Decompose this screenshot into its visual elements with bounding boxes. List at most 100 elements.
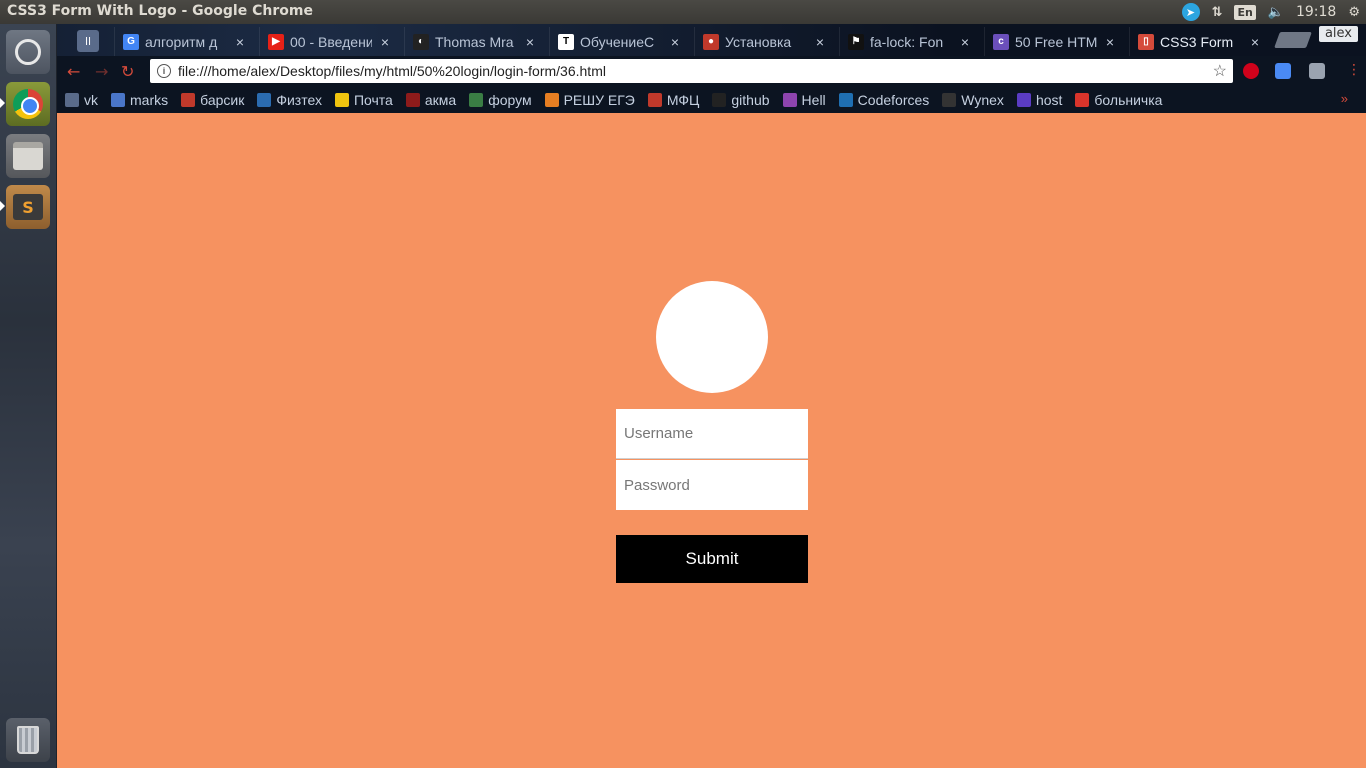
back-button[interactable]: ← (67, 62, 80, 81)
bookmark-item[interactable]: форум (469, 91, 532, 108)
bookmarks-bar: vk marks барсик Физтех Почта акма форум РЕШУ ЕГ… (57, 86, 1366, 113)
tab[interactable]: ▶ 00 - Введени × (259, 27, 399, 56)
bookmark-label: Почта (353, 91, 393, 108)
bookmark-item[interactable]: github (712, 91, 770, 108)
tab[interactable]: ⚑ fa-lock: Fon × (839, 27, 979, 56)
tab-close-icon[interactable]: × (1251, 34, 1259, 50)
bookmark-item[interactable]: барсик (181, 92, 244, 108)
bookmark-label: акма (424, 91, 457, 108)
tab-label: fa-lock: Fon (870, 33, 944, 50)
bookmark-item[interactable]: больничка (1075, 92, 1162, 108)
bookmark-label: форум (488, 91, 532, 108)
bookmark-item[interactable]: Почта (334, 91, 393, 108)
tab-label: 00 - Введени (290, 33, 372, 50)
profile-button[interactable]: alex (1318, 26, 1358, 42)
trash-icon[interactable] (6, 718, 50, 762)
bookmark-favicon-icon (334, 92, 349, 107)
bookmark-label: marks (130, 91, 169, 108)
tab[interactable]: T ОбучениеС × (549, 27, 689, 56)
bookmark-label: Физтех (276, 91, 322, 108)
password-input[interactable] (616, 460, 808, 510)
telegram-icon[interactable]: ➤ (1181, 0, 1200, 24)
bookmark-item[interactable]: акма (405, 91, 457, 108)
bookmark-item[interactable]: marks (111, 92, 168, 108)
tab-favicon-icon: ▯ (1138, 33, 1154, 50)
tab-label: CSS3 Form (1160, 33, 1234, 50)
tab[interactable]: ▯ CSS3 Form × (1129, 27, 1269, 56)
bookmark-label: РЕШУ ЕГЭ (563, 91, 635, 108)
tab-favicon-icon: ● (703, 33, 719, 50)
tab-close-icon[interactable]: × (1106, 34, 1114, 50)
submit-button[interactable]: Submit (616, 535, 808, 583)
tab-close-icon[interactable]: × (961, 34, 969, 50)
bookmark-favicon-icon (782, 92, 797, 107)
bookmark-favicon-icon (65, 92, 79, 107)
network-icon[interactable]: ⇅ (1212, 0, 1223, 24)
reload-button[interactable]: ↻ (121, 62, 134, 81)
tab-label: алгоритм д (145, 33, 218, 50)
tab[interactable]: ◐ Thomas Mra × (404, 27, 544, 56)
sublime-text-icon[interactable]: S (6, 185, 50, 229)
bookmark-label: Hell (801, 91, 826, 108)
site-info-icon[interactable]: i (157, 64, 171, 78)
google-translate-icon[interactable] (1275, 63, 1291, 79)
tab-label: ОбучениеС (580, 33, 655, 50)
adblock-plus-icon[interactable] (1243, 63, 1259, 79)
keyboard-layout-indicator[interactable]: En (1234, 0, 1256, 24)
bookmark-favicon-icon (257, 92, 272, 107)
bookmark-star-icon[interactable]: ☆ (1213, 61, 1227, 81)
logo-circle (656, 281, 768, 393)
tab-close-icon[interactable]: × (816, 34, 824, 50)
bookmark-favicon-icon (111, 92, 125, 107)
bookmarks-overflow-icon[interactable]: » (1341, 91, 1348, 106)
tab[interactable]: ● Установка × (694, 27, 834, 56)
bookmark-label: МФЦ (666, 91, 700, 108)
tab-close-icon[interactable]: × (671, 34, 679, 50)
launcher: S (0, 24, 57, 768)
tab-favicon-icon: G (123, 33, 139, 50)
bookmark-item[interactable]: Физтех (257, 92, 322, 108)
tab-label: Thomas Mra (435, 33, 514, 50)
bookmark-favicon-icon (544, 92, 559, 107)
settings-gear-icon[interactable]: ⚙ (1348, 0, 1360, 24)
tab-close-icon[interactable]: × (526, 34, 534, 50)
bookmark-item[interactable]: host (1016, 92, 1062, 108)
bookmark-item[interactable]: Codeforces (838, 92, 929, 108)
volume-icon[interactable]: 🔈 (1268, 0, 1284, 24)
chrome-icon[interactable] (6, 82, 50, 126)
bookmark-favicon-icon (405, 92, 420, 107)
top-panel: CSS3 Form With Logo - Google Chrome ➤ ⇅ … (0, 0, 1366, 24)
url-text[interactable]: file:///home/alex/Desktop/files/my/html/… (178, 63, 606, 79)
address-bar[interactable]: i file:///home/alex/Desktop/files/my/htm… (150, 59, 1233, 83)
new-tab-button[interactable] (1274, 32, 1312, 48)
tab[interactable]: Gалгоритм д × (114, 27, 254, 56)
dash-icon[interactable] (6, 30, 50, 74)
pinned-tab-vk[interactable]: ll (77, 30, 99, 52)
system-tray: ➤ ⇅ En 🔈 19:18 ⚙ (1170, 0, 1360, 24)
username-input[interactable] (616, 409, 808, 459)
bookmark-label: github (731, 91, 770, 108)
tab-close-icon[interactable]: × (381, 34, 389, 50)
bookmark-favicon-icon (1016, 92, 1031, 107)
extension-icon[interactable] (1309, 63, 1325, 79)
bookmark-item[interactable]: РЕШУ ЕГЭ (544, 91, 635, 108)
bookmark-item[interactable]: Hell (782, 91, 826, 108)
running-app-indicator (0, 201, 5, 211)
bookmark-item[interactable]: Wynex (942, 92, 1004, 108)
window-title: CSS3 Form With Logo - Google Chrome (7, 3, 313, 19)
bookmark-item[interactable]: vk (65, 92, 98, 108)
bookmark-item[interactable]: МФЦ (647, 91, 700, 108)
tab-close-icon[interactable]: × (236, 34, 244, 50)
tab-label: 50 Free HTM (1015, 33, 1097, 50)
bookmark-label: больничка (1094, 91, 1163, 108)
bookmark-favicon-icon (181, 92, 196, 107)
files-icon[interactable] (6, 134, 50, 178)
tab[interactable]: c 50 Free HTM × (984, 27, 1124, 56)
forward-button[interactable]: → (95, 62, 108, 81)
bookmark-favicon-icon (838, 92, 853, 107)
chrome-menu-icon[interactable]: ⋮ (1347, 62, 1361, 78)
clock[interactable]: 19:18 (1296, 0, 1336, 24)
bookmark-label: барсик (200, 91, 245, 108)
bookmark-favicon-icon (712, 92, 727, 107)
bookmark-favicon-icon (469, 92, 484, 107)
